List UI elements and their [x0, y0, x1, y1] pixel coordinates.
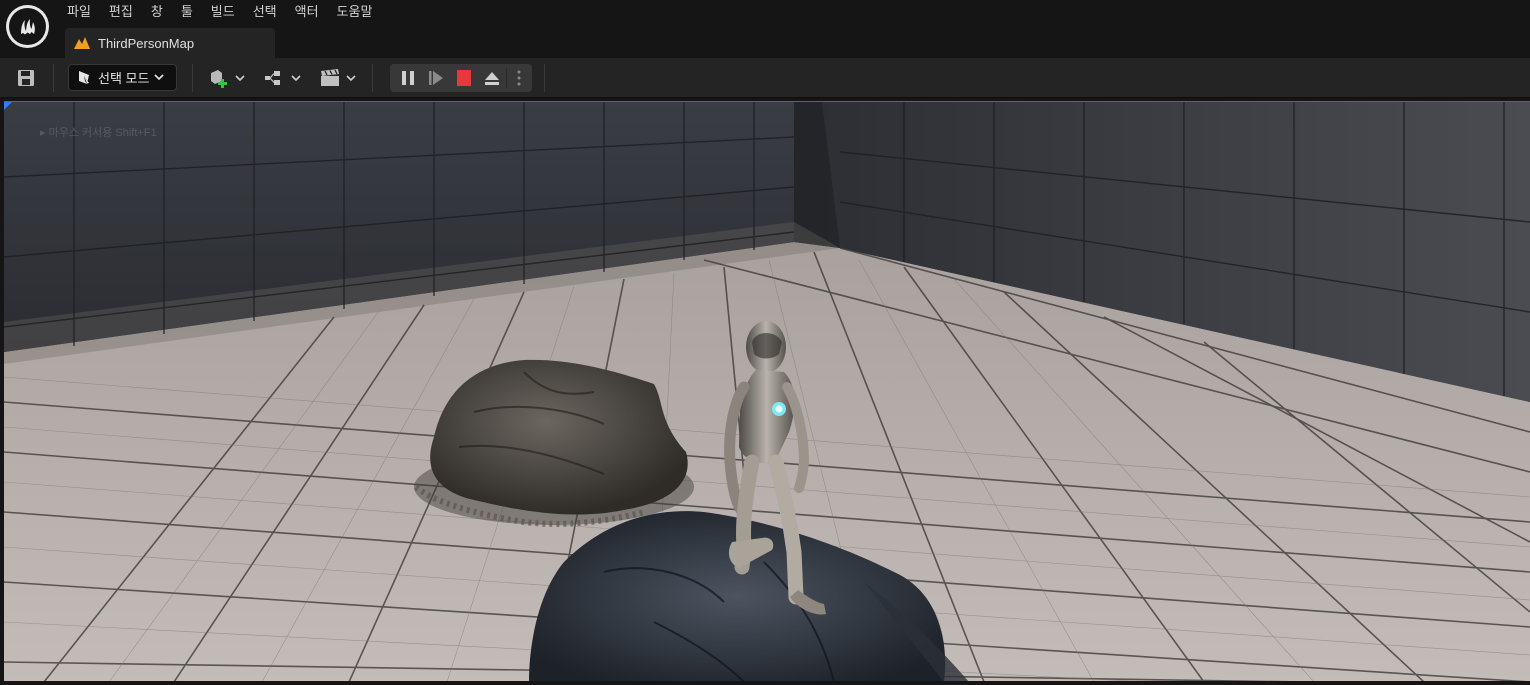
add-actor-icon [210, 70, 227, 88]
save-icon [18, 70, 34, 86]
chevron-down-icon [290, 74, 301, 81]
menu-bar: 파일 편집 창 툴 빌드 선택 액터 도움말 [58, 0, 381, 24]
tab-level-map[interactable]: ThirdPersonMap [65, 28, 275, 58]
menu-actor[interactable]: 액터 [286, 0, 328, 24]
select-mode-label: 선택 모드 [98, 71, 150, 86]
add-actor-button[interactable] [206, 66, 246, 90]
eject-button[interactable] [478, 64, 506, 92]
viewport-hint-text: ▸ 마우스 커서용 Shift+F1 [40, 127, 157, 139]
toolbar-divider [192, 64, 193, 92]
frame-skip-icon [429, 71, 443, 85]
menu-window[interactable]: 창 [142, 0, 172, 24]
menu-edit[interactable]: 편집 [100, 0, 142, 24]
more-options-icon [517, 70, 521, 86]
stop-button[interactable] [450, 64, 478, 92]
select-mode-icon [79, 70, 90, 84]
play-controls [390, 64, 532, 92]
menu-select[interactable]: 선택 [244, 0, 286, 24]
level-viewport[interactable]: ▸ 마우스 커서용 Shift+F1 [4, 101, 1530, 681]
main-toolbar: 선택 모드 [0, 58, 1530, 98]
cinematics-button[interactable] [317, 66, 357, 90]
save-button[interactable] [10, 66, 42, 90]
cinematics-icon [320, 69, 339, 86]
level-map-icon [74, 37, 90, 49]
toolbar-divider [544, 64, 545, 92]
tab-label: ThirdPersonMap [98, 35, 195, 51]
stop-icon [457, 70, 471, 86]
frame-skip-button[interactable] [422, 64, 450, 92]
unreal-logo-icon[interactable] [6, 5, 49, 48]
toolbar-divider [372, 64, 373, 92]
eject-icon [485, 72, 499, 85]
bottom-border [0, 681, 1530, 685]
viewport-scene [4, 102, 1530, 681]
chevron-down-icon [234, 74, 245, 81]
chevron-down-icon [345, 74, 356, 81]
menu-tools[interactable]: 툴 [172, 0, 202, 24]
chevron-down-icon [154, 74, 165, 81]
menu-build[interactable]: 빌드 [202, 0, 244, 24]
title-bar: 파일 편집 창 툴 빌드 선택 액터 도움말 ThirdPersonMap [0, 0, 1530, 58]
menu-help[interactable]: 도움말 [328, 0, 382, 24]
blueprint-icon [264, 71, 280, 85]
toolbar-divider [53, 64, 54, 92]
select-mode-dropdown[interactable]: 선택 모드 [68, 64, 177, 91]
more-options-button[interactable] [507, 64, 531, 92]
menu-file[interactable]: 파일 [58, 0, 100, 24]
pause-icon [402, 71, 414, 85]
blueprint-button[interactable] [262, 66, 302, 90]
viewport-options-corner[interactable] [4, 102, 12, 110]
pause-button[interactable] [394, 64, 422, 92]
